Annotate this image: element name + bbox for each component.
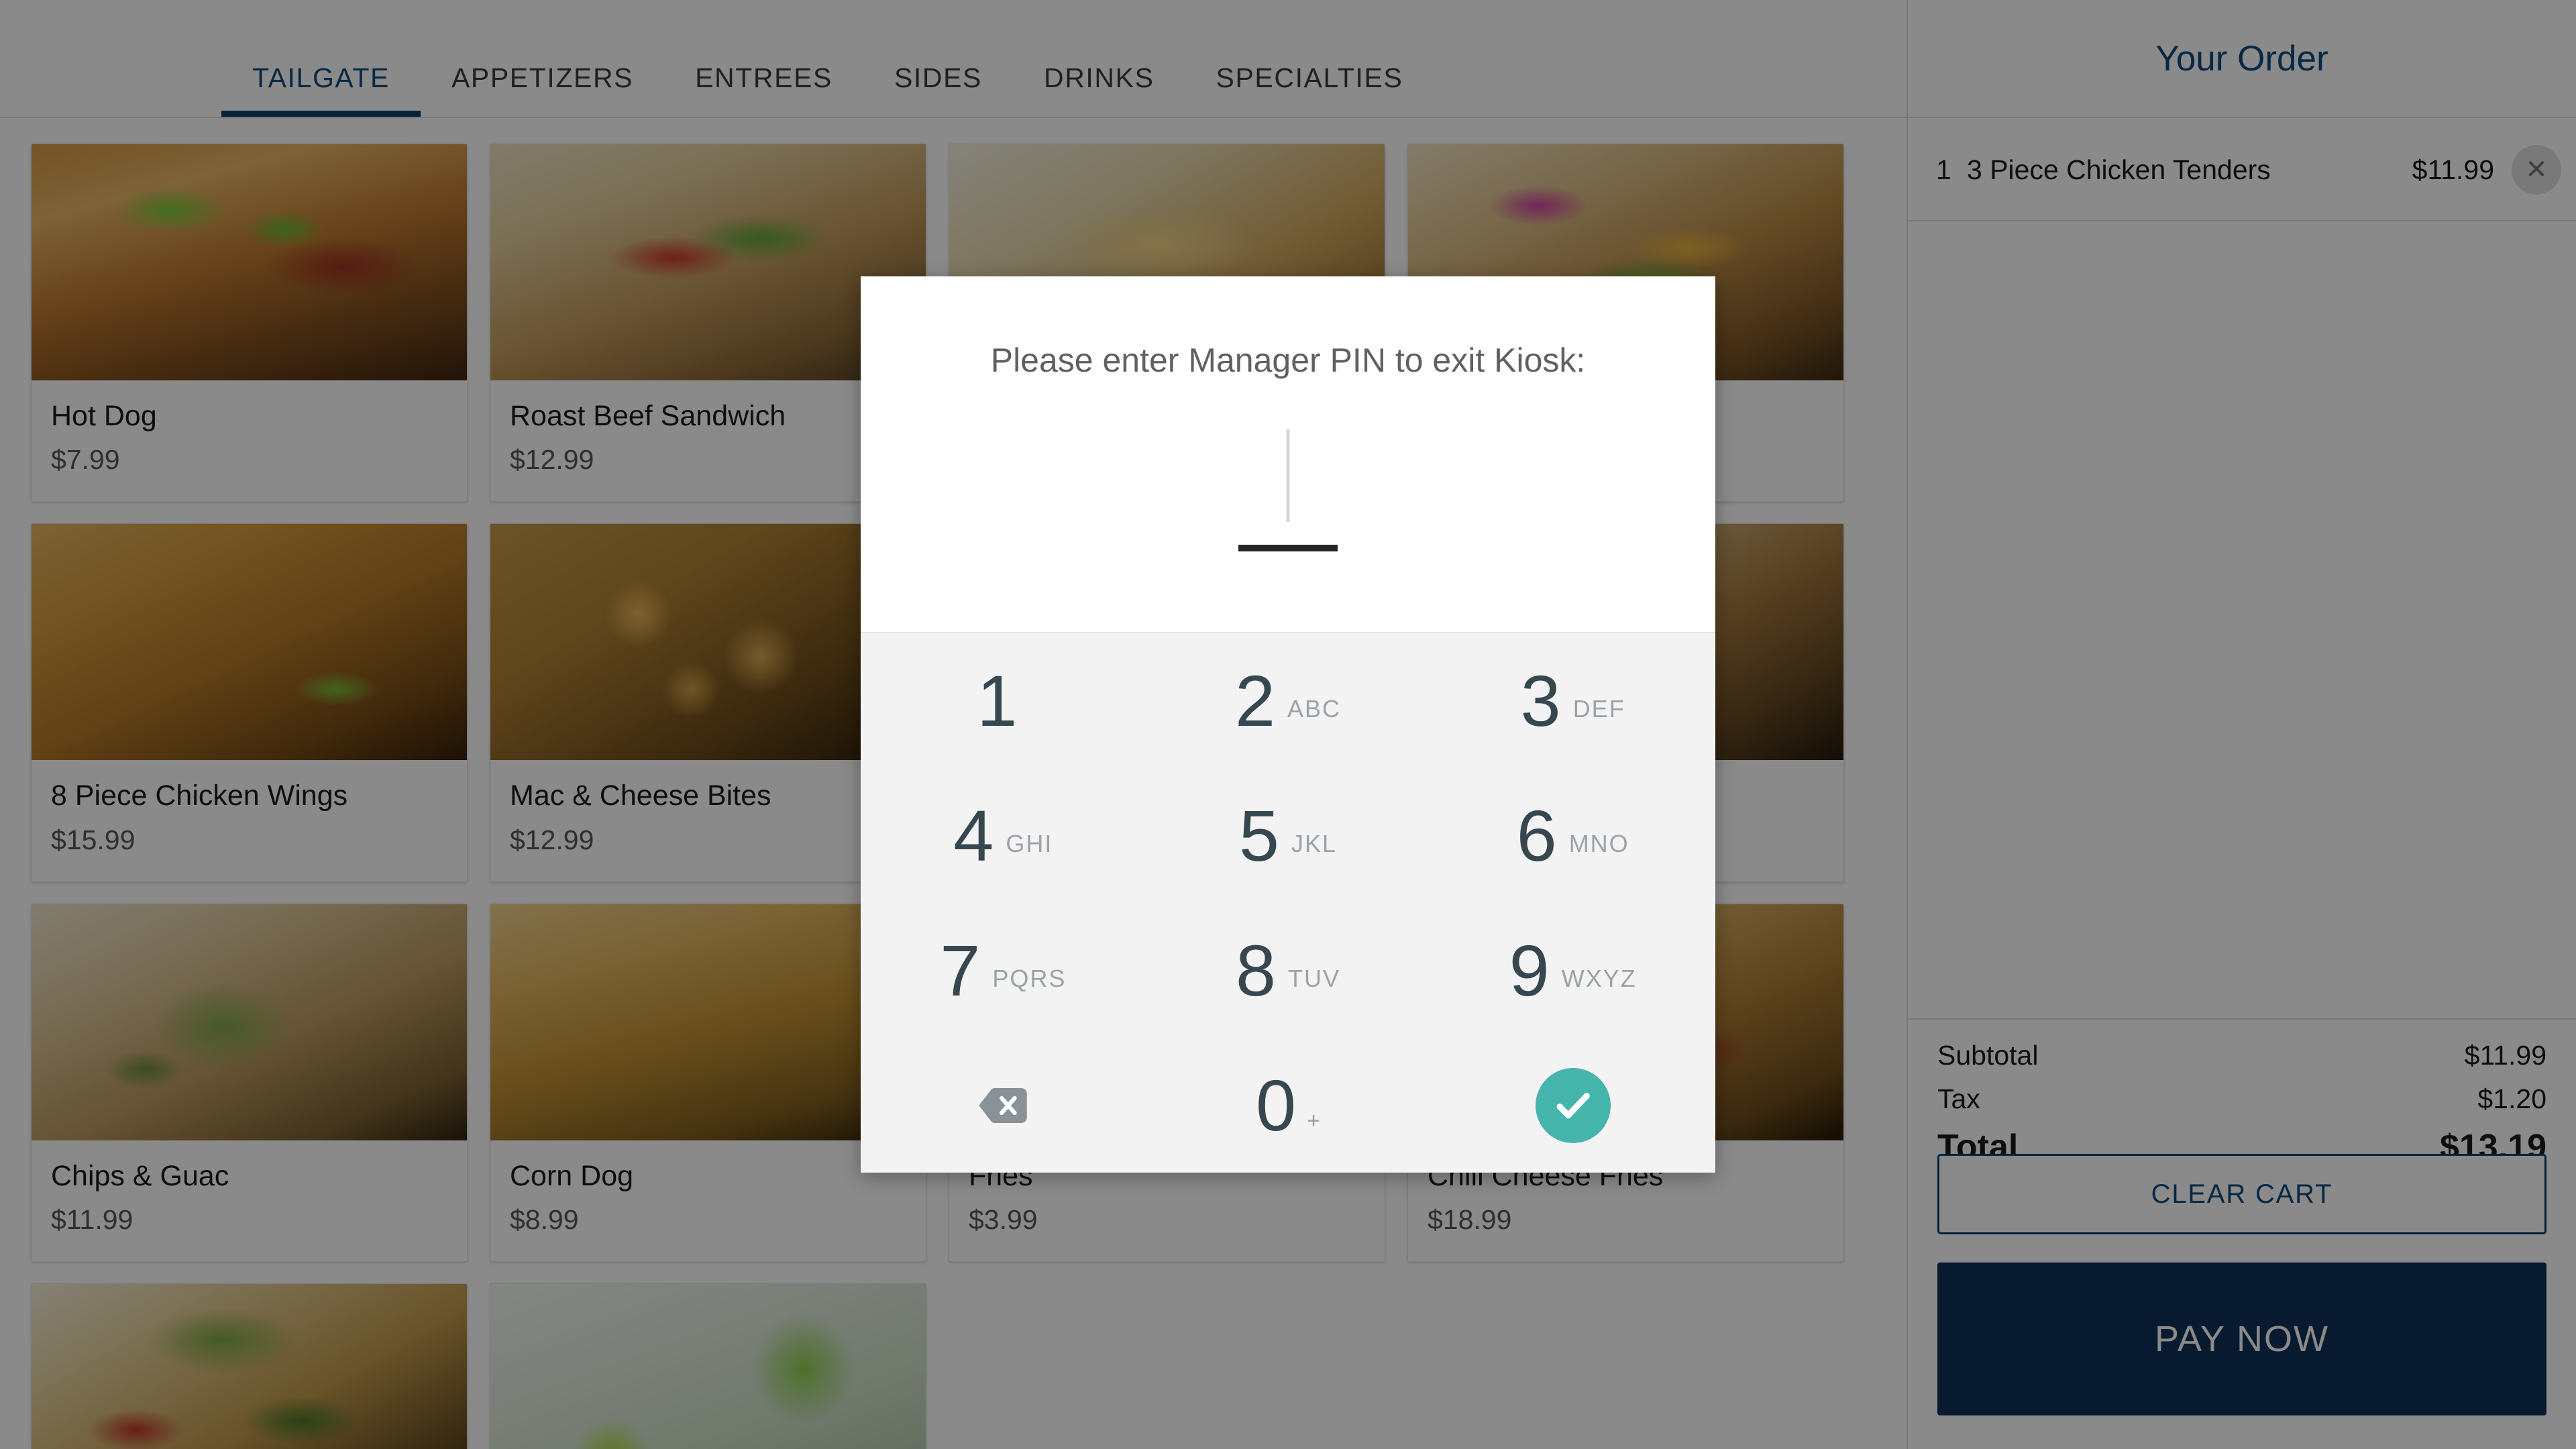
keypad-key-4[interactable]: 4 GHI [861,768,1146,903]
keypad-key-6[interactable]: 6 MNO [1430,768,1715,903]
keypad-key-3[interactable]: 3 DEF [1430,633,1715,768]
key-digit: 0 [1256,1064,1297,1146]
pin-prompt-text: Please enter Manager PIN to exit Kiosk: [990,341,1586,379]
keypad-key-7[interactable]: 7 PQRS [861,903,1146,1038]
key-letters: JKL [1291,829,1338,857]
pin-dialog-header: Please enter Manager PIN to exit Kiosk: [861,276,1715,633]
numeric-keypad: 1 2 ABC 3 DEF 4 GHI 5 JKL 6 MNO 7 PQRS 8… [861,633,1715,1173]
key-letters: GHI [1006,829,1053,857]
manager-pin-dialog: Please enter Manager PIN to exit Kiosk: … [861,276,1715,1173]
keypad-key-9[interactable]: 9 WXYZ [1430,903,1715,1038]
key-digit: 3 [1520,659,1561,741]
key-letters: DEF [1572,694,1625,722]
keypad-key-0[interactable]: 0 + [1146,1038,1431,1173]
key-digit: 8 [1235,929,1277,1011]
keypad-key-5[interactable]: 5 JKL [1146,768,1431,903]
pin-submit-button[interactable] [1430,1038,1715,1173]
key-digit: 7 [940,929,981,1011]
key-letters: TUV [1288,964,1341,992]
keypad-key-1[interactable]: 1 [861,633,1146,768]
key-digit: 6 [1516,794,1557,876]
key-letters: WXYZ [1561,964,1637,992]
key-digit: 1 [977,659,1018,741]
key-digit: 4 [953,794,994,876]
pin-input[interactable] [1211,429,1365,564]
check-icon [1535,1067,1611,1143]
key-digit: 5 [1238,794,1279,876]
text-caret [1286,429,1290,522]
key-digit: 2 [1234,659,1276,741]
key-letters: PQRS [992,964,1067,992]
key-plus-label: + [1307,1108,1320,1134]
kiosk-app: TAILGATE APPETIZERS ENTREES SIDES DRINKS… [0,0,2576,1449]
key-letters: ABC [1287,694,1342,722]
key-digit: 9 [1509,929,1550,1011]
key-letters: MNO [1568,829,1629,857]
backspace-icon[interactable] [861,1038,1146,1173]
keypad-key-2[interactable]: 2 ABC [1146,633,1431,768]
keypad-key-8[interactable]: 8 TUV [1146,903,1431,1038]
pin-input-underline [1238,545,1338,551]
